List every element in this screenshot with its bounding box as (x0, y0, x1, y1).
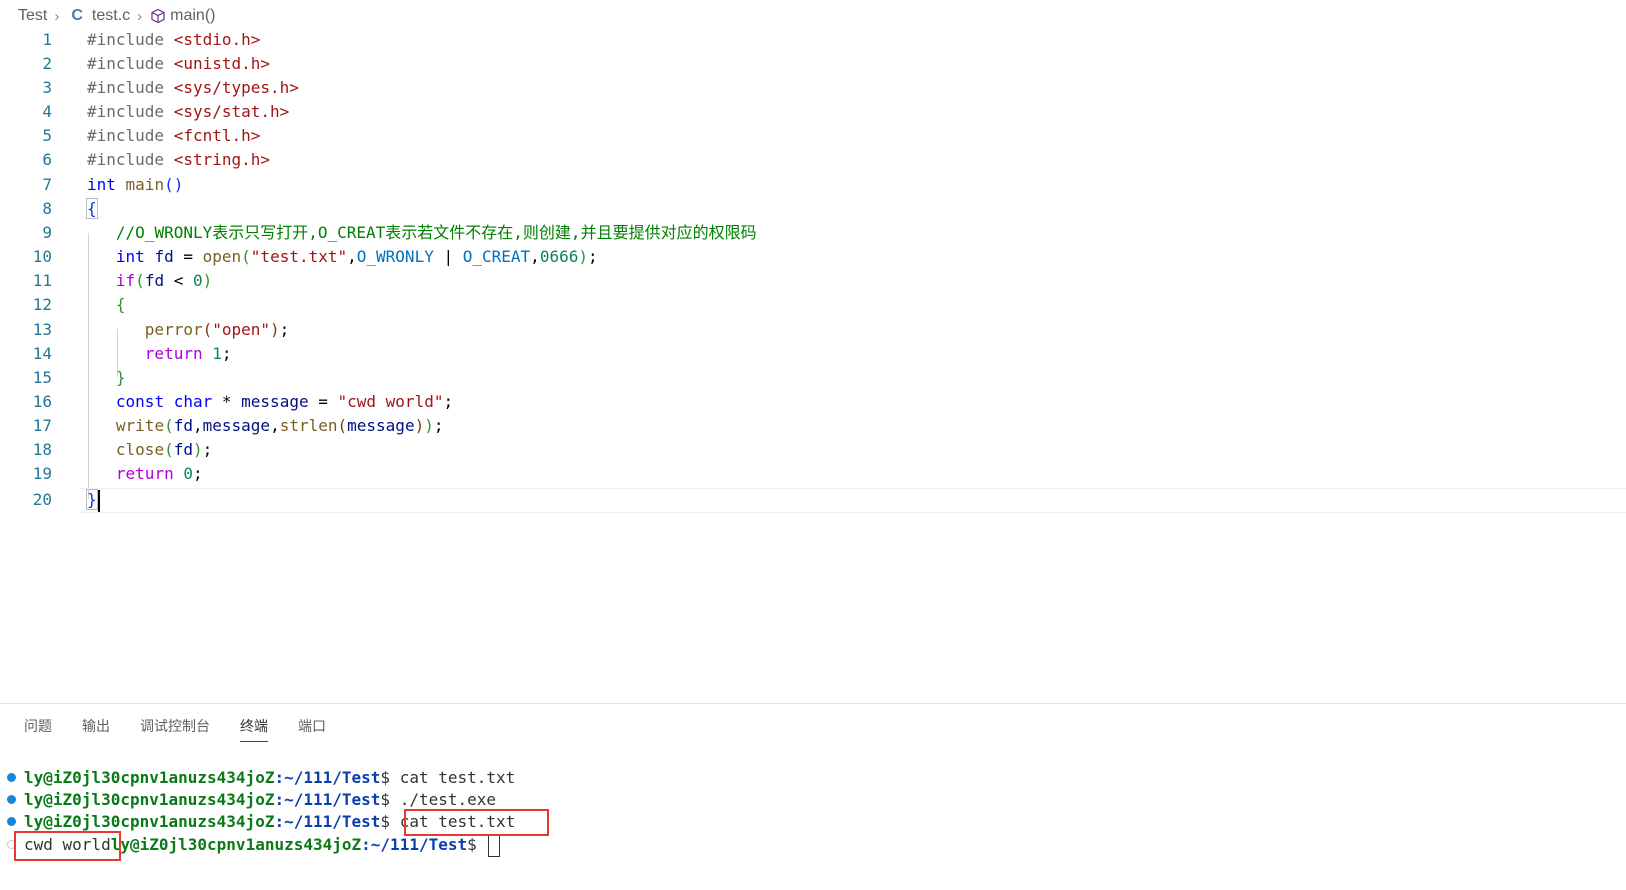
line-number: 19 (32, 464, 52, 483)
code-line: { (115, 295, 126, 314)
code-line: { (86, 198, 98, 219)
line-number: 4 (42, 102, 52, 121)
breadcrumb: Test › C test.c › main() (18, 5, 215, 27)
breadcrumb-file[interactable]: test.c (92, 7, 130, 25)
method-cube-icon (151, 8, 165, 24)
annotation-box (404, 809, 549, 836)
line-number: 17 (32, 416, 52, 435)
prompt-symbol: $ (467, 835, 477, 854)
prompt-user: ly@iZ0jl30cpnv1anuzs434joZ (110, 835, 362, 854)
line-number: 15 (32, 368, 52, 387)
code-line: #include <unistd.h> (87, 54, 271, 73)
tab-debug-console[interactable]: 调试控制台 (140, 712, 210, 742)
code-line: #include <sys/stat.h> (87, 102, 290, 121)
line-number: 8 (42, 199, 52, 218)
line-number: 6 (42, 150, 52, 169)
code-line: #include <stdio.h> (87, 30, 261, 49)
code-line: const char * message = "cwd world"; (115, 392, 454, 411)
line-number: 3 (42, 78, 52, 97)
prompt-symbol: $ (380, 768, 391, 787)
tab-problems[interactable]: 问题 (24, 712, 52, 742)
code-line: #include <fcntl.h> (87, 126, 261, 145)
command-success-dot-icon[interactable] (7, 795, 16, 804)
text-cursor (97, 489, 100, 512)
line-number: 20 (32, 490, 52, 509)
code-line: } (86, 487, 100, 512)
line-number: 2 (42, 54, 52, 73)
terminal-line: ly@iZ0jl30cpnv1anuzs434joZ:~/111/Test$ c… (0, 766, 1626, 789)
terminal-line: cwd worldly@iZ0jl30cpnv1anuzs434joZ:~/11… (0, 833, 1626, 857)
line-number: 10 (32, 247, 52, 266)
line-number: 5 (42, 126, 52, 145)
tab-terminal[interactable]: 终端 (240, 712, 268, 742)
code-line: int main() (87, 175, 184, 194)
command-success-dot-icon[interactable] (7, 817, 16, 826)
code-line: return 1; (144, 344, 232, 363)
c-language-icon: C (71, 7, 83, 24)
prompt-path: :~/111/Test (361, 835, 468, 854)
line-number: 11 (32, 271, 52, 290)
terminal-line: ly@iZ0jl30cpnv1anuzs434joZ:~/111/Test$ .… (0, 788, 1626, 811)
line-number: 18 (32, 440, 52, 459)
line-number: 9 (42, 223, 52, 242)
panel-tabs: 问题 输出 调试控制台 终端 端口 (24, 712, 356, 742)
code-line: close(fd); (115, 440, 213, 459)
code-line: write(fd,message,strlen(message)); (115, 416, 444, 435)
line-number: 16 (32, 392, 52, 411)
prompt-user: ly@iZ0jl30cpnv1anuzs434joZ (24, 790, 275, 809)
prompt-user: ly@iZ0jl30cpnv1anuzs434joZ (24, 812, 275, 831)
breadcrumb-symbol[interactable]: main() (170, 7, 215, 25)
terminal-cursor (488, 834, 501, 857)
tab-ports[interactable]: 端口 (298, 712, 326, 742)
panel-divider (0, 703, 1626, 704)
code-line: #include <string.h> (87, 150, 271, 169)
breadcrumb-folder[interactable]: Test (18, 7, 47, 25)
code-line: int fd = open("test.txt",O_WRONLY | O_CR… (115, 247, 598, 266)
line-number: 13 (32, 320, 52, 339)
prompt-path: :~/111/Test (274, 768, 381, 787)
prompt-path: :~/111/Test (274, 812, 381, 831)
command-success-dot-icon[interactable] (7, 773, 16, 782)
terminal-line: ly@iZ0jl30cpnv1anuzs434joZ:~/111/Test$ c… (0, 810, 1626, 833)
tab-output[interactable]: 输出 (82, 712, 110, 742)
prompt-symbol: $ (380, 790, 391, 809)
line-number: 1 (42, 30, 52, 49)
line-number: 14 (32, 344, 52, 363)
terminal-command: ./test.exe (399, 790, 497, 809)
annotation-box (14, 831, 121, 861)
line-number: 7 (42, 175, 52, 194)
code-line: } (115, 368, 126, 387)
code-line: return 0; (115, 464, 203, 483)
prompt-symbol: $ (380, 812, 391, 831)
code-line: #include <sys/types.h> (87, 78, 299, 97)
code-line: perror("open"); (144, 320, 290, 339)
code-editor[interactable]: 1 #include <stdio.h> 2 #include <unistd.… (0, 27, 1626, 527)
prompt-user: ly@iZ0jl30cpnv1anuzs434joZ (24, 768, 275, 787)
code-line: if(fd < 0) (115, 271, 213, 290)
terminal-command: cat test.txt (399, 768, 516, 787)
code-line: //O_WRONLY表示只写打开,O_CREAT表示若文件不存在,则创建,并且要… (115, 223, 757, 242)
chevron-right-icon: › (54, 7, 60, 25)
line-number: 12 (32, 295, 52, 314)
prompt-path: :~/111/Test (274, 790, 381, 809)
chevron-right-icon: › (137, 7, 143, 25)
